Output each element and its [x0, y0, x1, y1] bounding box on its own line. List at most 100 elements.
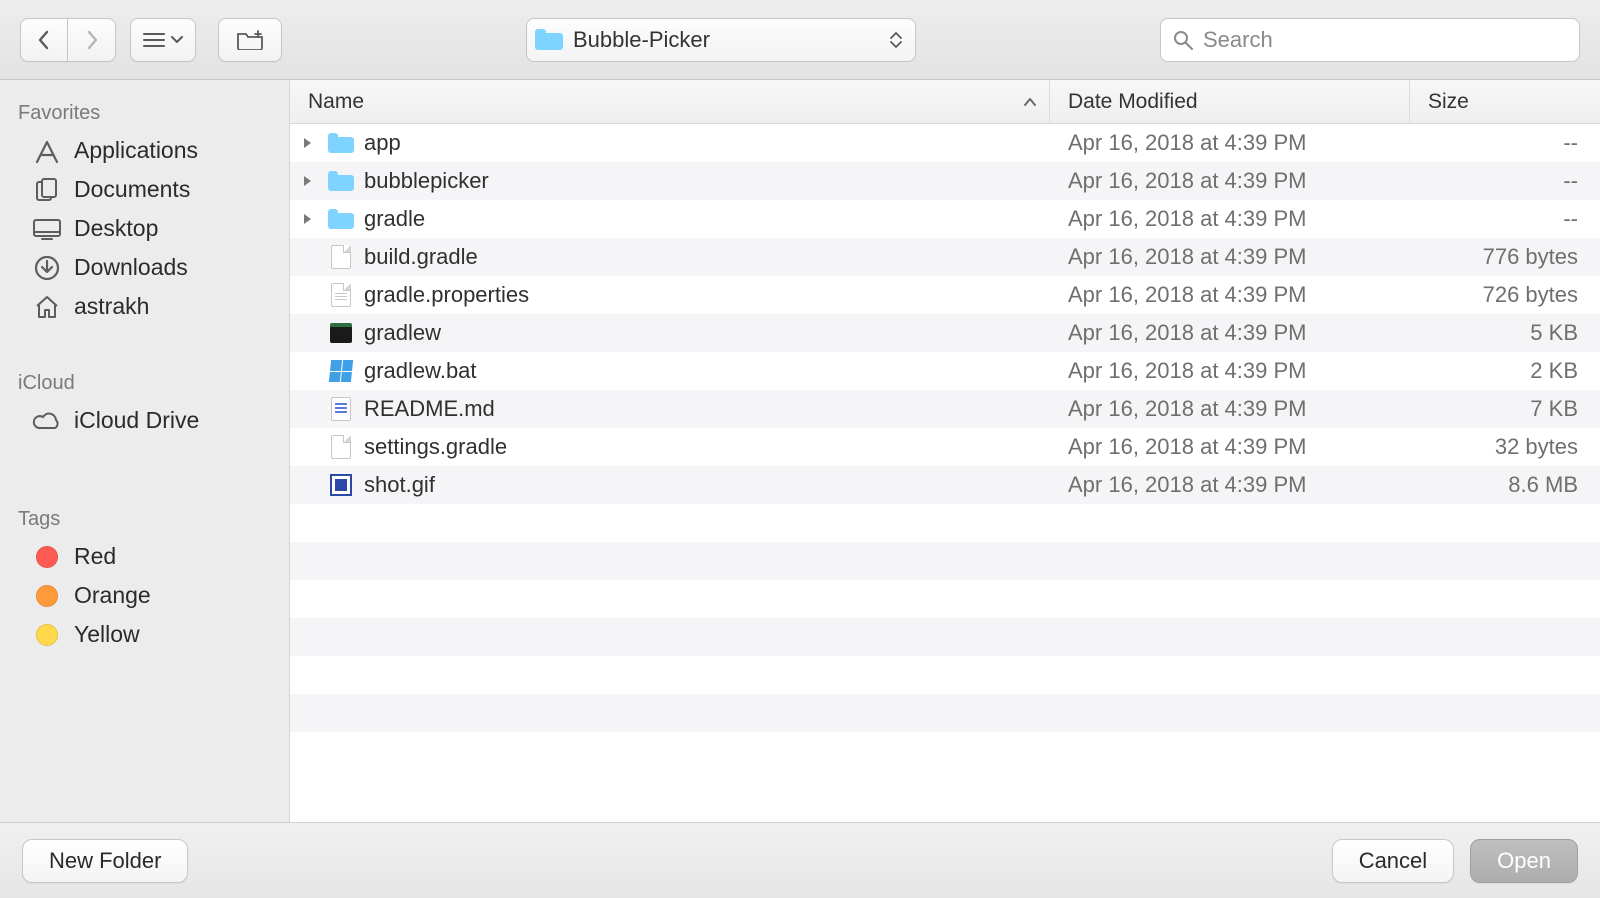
file-date: Apr 16, 2018 at 4:39 PM	[1050, 130, 1410, 156]
file-row[interactable]: settings.gradle Apr 16, 2018 at 4:39 PM …	[290, 428, 1600, 466]
folder-icon	[328, 131, 354, 155]
file-size: 7 KB	[1410, 396, 1600, 422]
file-rows: app Apr 16, 2018 at 4:39 PM -- bubblepic…	[290, 124, 1600, 822]
applications-icon	[32, 138, 62, 164]
sidebar-tag-red[interactable]: Red	[0, 537, 289, 576]
file-size: --	[1410, 168, 1600, 194]
open-button-label: Open	[1497, 848, 1551, 874]
sidebar-item-documents[interactable]: Documents	[0, 170, 289, 209]
empty-row	[290, 694, 1600, 732]
file-name: bubblepicker	[364, 168, 489, 194]
file-name: build.gradle	[364, 244, 478, 270]
cloud-icon	[32, 408, 62, 434]
file-name: gradle.properties	[364, 282, 529, 308]
file-row[interactable]: README.md Apr 16, 2018 at 4:39 PM 7 KB	[290, 390, 1600, 428]
sidebar-item-label: Orange	[74, 582, 151, 609]
disclosure-triangle-icon[interactable]	[296, 137, 318, 149]
new-folder-toolbar-button[interactable]	[218, 18, 282, 62]
file-icon	[328, 321, 354, 345]
chevron-right-icon	[85, 30, 99, 50]
file-row[interactable]: bubblepicker Apr 16, 2018 at 4:39 PM --	[290, 162, 1600, 200]
sidebar-item-label: Applications	[74, 137, 198, 164]
open-button[interactable]: Open	[1470, 839, 1578, 883]
column-header-date-label: Date Modified	[1068, 90, 1198, 114]
home-icon	[32, 294, 62, 320]
chevron-down-icon	[171, 36, 183, 44]
downloads-icon	[32, 255, 62, 281]
view-mode-button[interactable]	[130, 18, 196, 62]
column-header-size-label: Size	[1428, 90, 1469, 114]
file-browser: Name Date Modified Size app Apr 16, 2018…	[290, 80, 1600, 822]
sidebar-item-label: iCloud Drive	[74, 407, 199, 434]
file-size: 776 bytes	[1410, 244, 1600, 270]
file-icon	[328, 359, 354, 383]
file-row[interactable]: shot.gif Apr 16, 2018 at 4:39 PM 8.6 MB	[290, 466, 1600, 504]
file-icon	[328, 435, 354, 459]
path-popup[interactable]: Bubble-Picker	[526, 18, 916, 62]
file-name: settings.gradle	[364, 434, 507, 460]
sidebar-tag-yellow[interactable]: Yellow	[0, 615, 289, 654]
file-name: gradlew	[364, 320, 441, 346]
file-name: gradle	[364, 206, 425, 232]
column-header-name-label: Name	[308, 90, 364, 114]
empty-row	[290, 618, 1600, 656]
chevron-left-icon	[37, 30, 51, 50]
search-placeholder: Search	[1203, 27, 1273, 53]
empty-row	[290, 580, 1600, 618]
file-date: Apr 16, 2018 at 4:39 PM	[1050, 244, 1410, 270]
tag-dot-icon	[32, 544, 62, 570]
path-stepper-icon	[887, 32, 905, 48]
folder-icon	[328, 169, 354, 193]
new-folder-button[interactable]: New Folder	[22, 839, 188, 883]
new-folder-button-label: New Folder	[49, 848, 161, 874]
search-field[interactable]: Search	[1160, 18, 1580, 62]
file-icon	[328, 245, 354, 269]
sidebar-item-label: Downloads	[74, 254, 188, 281]
toolbar: Bubble-Picker Search	[0, 0, 1600, 80]
file-row[interactable]: gradlew Apr 16, 2018 at 4:39 PM 5 KB	[290, 314, 1600, 352]
new-folder-icon	[237, 30, 263, 50]
file-name: app	[364, 130, 401, 156]
folder-icon	[535, 29, 563, 51]
file-size: 5 KB	[1410, 320, 1600, 346]
back-button[interactable]	[20, 18, 68, 62]
sidebar-item-desktop[interactable]: Desktop	[0, 209, 289, 248]
tags-section-label: Tags	[0, 500, 289, 537]
file-name: gradlew.bat	[364, 358, 477, 384]
file-row[interactable]: build.gradle Apr 16, 2018 at 4:39 PM 776…	[290, 238, 1600, 276]
sidebar-item-applications[interactable]: Applications	[0, 131, 289, 170]
cancel-button[interactable]: Cancel	[1332, 839, 1454, 883]
file-date: Apr 16, 2018 at 4:39 PM	[1050, 282, 1410, 308]
sidebar-item-label: Desktop	[74, 215, 158, 242]
file-icon	[328, 397, 354, 421]
sidebar-item-icloud-drive[interactable]: iCloud Drive	[0, 401, 289, 440]
file-row[interactable]: app Apr 16, 2018 at 4:39 PM --	[290, 124, 1600, 162]
file-date: Apr 16, 2018 at 4:39 PM	[1050, 358, 1410, 384]
file-date: Apr 16, 2018 at 4:39 PM	[1050, 472, 1410, 498]
empty-row	[290, 542, 1600, 580]
file-row[interactable]: gradlew.bat Apr 16, 2018 at 4:39 PM 2 KB	[290, 352, 1600, 390]
file-row[interactable]: gradle.properties Apr 16, 2018 at 4:39 P…	[290, 276, 1600, 314]
sidebar-tag-orange[interactable]: Orange	[0, 576, 289, 615]
desktop-icon	[32, 216, 62, 242]
list-view-icon	[143, 32, 165, 48]
column-header-size[interactable]: Size	[1410, 80, 1600, 123]
disclosure-triangle-icon[interactable]	[296, 213, 318, 225]
file-name: shot.gif	[364, 472, 435, 498]
folder-icon	[328, 207, 354, 231]
disclosure-triangle-icon[interactable]	[296, 175, 318, 187]
forward-button[interactable]	[68, 18, 116, 62]
empty-row	[290, 656, 1600, 694]
nav-back-forward	[20, 18, 116, 62]
file-date: Apr 16, 2018 at 4:39 PM	[1050, 396, 1410, 422]
file-icon	[328, 283, 354, 307]
favorites-section-label: Favorites	[0, 94, 289, 131]
file-size: 32 bytes	[1410, 434, 1600, 460]
sidebar-item-astrakh[interactable]: astrakh	[0, 287, 289, 326]
column-header-date[interactable]: Date Modified	[1050, 80, 1410, 123]
file-size: --	[1410, 130, 1600, 156]
cancel-button-label: Cancel	[1359, 848, 1427, 874]
file-row[interactable]: gradle Apr 16, 2018 at 4:39 PM --	[290, 200, 1600, 238]
column-header-name[interactable]: Name	[290, 80, 1050, 123]
sidebar-item-downloads[interactable]: Downloads	[0, 248, 289, 287]
